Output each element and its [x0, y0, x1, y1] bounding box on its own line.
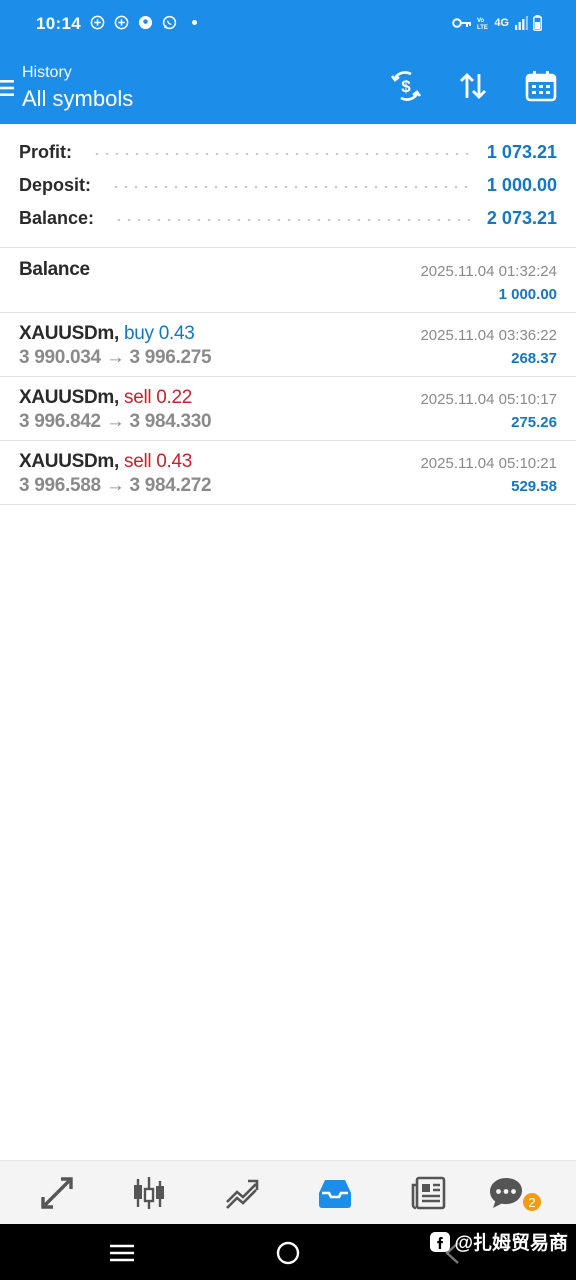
volte-icon: VoLTE [477, 18, 488, 30]
deal-time: 2025.11.04 05:10:21 [420, 455, 557, 472]
page-subtitle: History [22, 64, 72, 81]
balance-label: Balance: [19, 207, 95, 228]
deal-symbol-line: XAUUSDm, sell 0.22 [19, 387, 192, 409]
calendar-icon [525, 71, 557, 102]
more-notifications-dot [192, 20, 197, 25]
menu-icon[interactable] [0, 78, 14, 98]
recents-button[interactable] [107, 1238, 137, 1268]
history-icon [319, 1180, 351, 1208]
money-transfer-icon: $ [390, 71, 422, 101]
deal-open-price: 3 990.034 [19, 347, 101, 368]
profit-value: 1 073.21 [486, 141, 557, 162]
deal-symbol: XAUUSDm, [19, 323, 120, 344]
home-button[interactable] [273, 1238, 303, 1268]
deal-row[interactable]: XAUUSDm, sell 0.22 3 996.842 → 3 984.330… [0, 377, 576, 441]
profit-row: Profit: 1 073.21 [19, 138, 557, 166]
deal-symbol: XAUUSDm, [19, 387, 120, 408]
balance-value: 2 073.21 [486, 207, 557, 228]
whatsapp-icon [162, 15, 177, 30]
deal-amount: 1 000.00 [498, 286, 557, 303]
deposit-withdraw-button[interactable]: $ [388, 68, 424, 104]
notification-plus-icon [114, 15, 129, 30]
status-system-icons: Vo LTE 4G [452, 15, 542, 31]
deal-side-buy: buy 0.43 [124, 323, 195, 344]
deal-side-sell: sell 0.43 [124, 451, 193, 472]
news-icon [411, 1176, 446, 1210]
deal-symbol-line: XAUUSDm, sell 0.43 [19, 451, 192, 473]
sort-button[interactable] [455, 68, 491, 104]
dotted-leader [114, 219, 473, 221]
svg-text:Vo: Vo [477, 18, 485, 24]
deal-open-price: 3 996.842 [19, 411, 101, 432]
tab-chat[interactable] [484, 1171, 528, 1215]
status-time: 10:14 [36, 14, 81, 33]
chart-icon [134, 1177, 164, 1209]
date-range-button[interactable] [523, 68, 559, 104]
deal-amount: 275.26 [511, 414, 557, 431]
tab-trade[interactable] [220, 1171, 264, 1215]
deal-price-line: 3 990.034 → 3 996.275 [19, 347, 212, 369]
tab-chart[interactable] [127, 1171, 171, 1215]
deposit-value: 1 000.00 [486, 174, 557, 195]
deal-price-line: 3 996.842 → 3 984.330 [19, 411, 212, 433]
deposit-label: Deposit: [19, 174, 91, 195]
status-notifications [90, 15, 197, 30]
facebook-icon [430, 1231, 451, 1252]
bottom-tab-bar: 2 [0, 1160, 576, 1224]
price-arrow: → [105, 475, 125, 496]
deal-close-price: 3 996.275 [129, 347, 212, 368]
notification-plus-icon [90, 15, 105, 30]
deal-time: 2025.11.04 05:10:17 [420, 391, 557, 408]
deal-close-price: 3 984.272 [129, 475, 212, 496]
deal-price-line: 3 996.588 → 3 984.272 [19, 475, 212, 497]
svg-text:LTE: LTE [477, 25, 488, 30]
symbol-filter-title[interactable]: All symbols [22, 86, 133, 112]
watermark-text: @扎姆贸易商 [454, 1233, 568, 1254]
tab-quotes[interactable] [35, 1171, 79, 1215]
sort-icon [460, 73, 486, 99]
deal-row[interactable]: XAUUSDm, sell 0.43 3 996.588 → 3 984.272… [0, 441, 576, 505]
price-arrow: → [105, 411, 125, 432]
price-arrow: → [105, 347, 125, 368]
profit-label: Profit: [19, 141, 72, 162]
chat-unread-badge: 2 [521, 1191, 543, 1213]
quotes-icon [41, 1177, 73, 1209]
app-header: 10:14 Vo LTE 4G History All symbols $ [0, 0, 576, 124]
deposit-row: Deposit: 1 000.00 [19, 171, 557, 199]
recents-icon [110, 1244, 134, 1262]
battery-icon [533, 15, 542, 31]
deal-amount: 268.37 [511, 350, 557, 367]
home-circle-icon [276, 1241, 300, 1265]
deal-title: Balance [19, 259, 90, 280]
balance-row: Balance: 2 073.21 [19, 204, 557, 232]
tab-history[interactable] [313, 1171, 357, 1215]
svg-text:$: $ [401, 77, 411, 96]
deal-close-price: 3 984.330 [129, 411, 212, 432]
signal-icon [515, 16, 528, 30]
deal-symbol-line: XAUUSDm, buy 0.43 [19, 323, 195, 345]
deal-row-balance[interactable]: Balance 2025.11.04 01:32:24 1 000.00 [0, 249, 576, 313]
status-bar: 10:14 Vo LTE 4G [0, 0, 576, 50]
chat-icon [490, 1178, 522, 1208]
deal-time: 2025.11.04 03:36:22 [420, 327, 557, 344]
deal-amount: 529.58 [511, 478, 557, 495]
watermark: @扎姆贸易商 [430, 1228, 568, 1255]
deal-time: 2025.11.04 01:32:24 [420, 263, 557, 280]
history-summary: Profit: 1 073.21 Deposit: 1 000.00 Balan… [0, 124, 576, 248]
deal-row[interactable]: XAUUSDm, buy 0.43 3 990.034 → 3 996.275 … [0, 313, 576, 377]
deal-side-sell: sell 0.22 [124, 387, 193, 408]
tab-news[interactable] [406, 1171, 450, 1215]
deal-open-price: 3 996.588 [19, 475, 101, 496]
deal-symbol: XAUUSDm, [19, 451, 120, 472]
trade-icon [226, 1179, 259, 1209]
key-icon [452, 18, 472, 28]
location-pin-icon [138, 15, 153, 30]
network-type: 4G [494, 17, 509, 29]
dotted-leader [111, 186, 473, 188]
dotted-leader [92, 153, 473, 155]
